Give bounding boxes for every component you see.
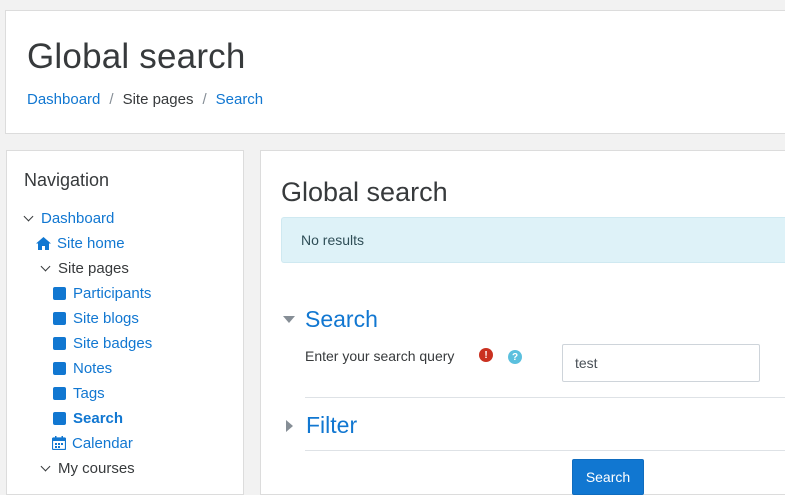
nav-item-site-blogs[interactable]: Site blogs: [53, 308, 139, 328]
square-icon: [53, 361, 66, 375]
square-icon: [53, 411, 66, 425]
square-icon: [53, 286, 66, 300]
main-region: Global search No results Search Enter yo…: [260, 150, 785, 495]
breadcrumb-dashboard[interactable]: Dashboard: [27, 91, 100, 108]
nav-item-search[interactable]: Search: [53, 408, 123, 428]
page-header: Global search Dashboard / Site pages / S…: [5, 10, 785, 134]
help-icon[interactable]: ?: [508, 350, 522, 364]
required-icon: !: [479, 348, 493, 362]
nav-item-label: Search: [73, 409, 124, 427]
main-title: Global search: [281, 177, 448, 207]
filter-section-title: Filter: [306, 412, 358, 438]
square-icon: [53, 311, 66, 325]
chevron-down-icon: [40, 261, 51, 271]
nav-item-participants[interactable]: Participants: [53, 283, 151, 303]
square-icon: [53, 386, 66, 400]
breadcrumb-site-pages: Site pages: [122, 91, 194, 108]
expand-caret-icon: [286, 419, 293, 432]
nav-item-label: Tags: [73, 384, 105, 402]
nav-item-label: Site pages: [58, 259, 129, 277]
breadcrumb-separator: /: [109, 91, 114, 108]
navigation-block: Navigation Dashboard Site home Site page…: [6, 150, 244, 495]
square-icon: [53, 336, 66, 350]
nav-item-notes[interactable]: Notes: [53, 358, 112, 378]
filter-section-toggle[interactable]: Filter: [283, 412, 357, 439]
section-divider: [305, 397, 785, 398]
nav-item-site-pages[interactable]: Site pages: [40, 258, 129, 278]
navigation-title: Navigation: [24, 170, 110, 190]
nav-item-label: Calendar: [72, 434, 133, 452]
breadcrumb: Dashboard / Site pages / Search: [27, 91, 263, 108]
nav-item-label: Site blogs: [73, 309, 139, 327]
nav-item-label: Site home: [57, 234, 125, 252]
nav-item-label: Participants: [73, 284, 152, 302]
nav-item-label: Site badges: [73, 334, 153, 352]
search-section-toggle[interactable]: Search: [283, 306, 378, 333]
nav-item-dashboard[interactable]: Dashboard: [23, 208, 115, 228]
search-section-title: Search: [305, 306, 378, 332]
query-label: Enter your search query: [305, 348, 455, 364]
search-input[interactable]: [562, 344, 760, 382]
calendar-icon: [52, 436, 66, 450]
nav-item-my-courses[interactable]: My courses: [40, 458, 135, 478]
nav-item-site-badges[interactable]: Site badges: [53, 333, 152, 353]
nav-item-label: Dashboard: [41, 209, 115, 227]
breadcrumb-separator: /: [202, 91, 207, 108]
breadcrumb-search[interactable]: Search: [216, 91, 264, 108]
no-results-alert: No results: [281, 217, 785, 263]
collapse-caret-icon: [283, 316, 295, 323]
nav-item-label: Notes: [73, 359, 113, 377]
nav-item-label: My courses: [58, 459, 135, 477]
section-divider: [305, 450, 785, 451]
search-submit-button[interactable]: Search: [572, 459, 644, 495]
chevron-down-icon: [23, 211, 34, 221]
home-icon: [36, 236, 51, 250]
chevron-down-icon: [40, 461, 51, 471]
page-title: Global search: [27, 37, 246, 76]
nav-item-calendar[interactable]: Calendar: [52, 433, 133, 453]
nav-item-site-home[interactable]: Site home: [36, 233, 125, 253]
nav-item-tags[interactable]: Tags: [53, 383, 105, 403]
